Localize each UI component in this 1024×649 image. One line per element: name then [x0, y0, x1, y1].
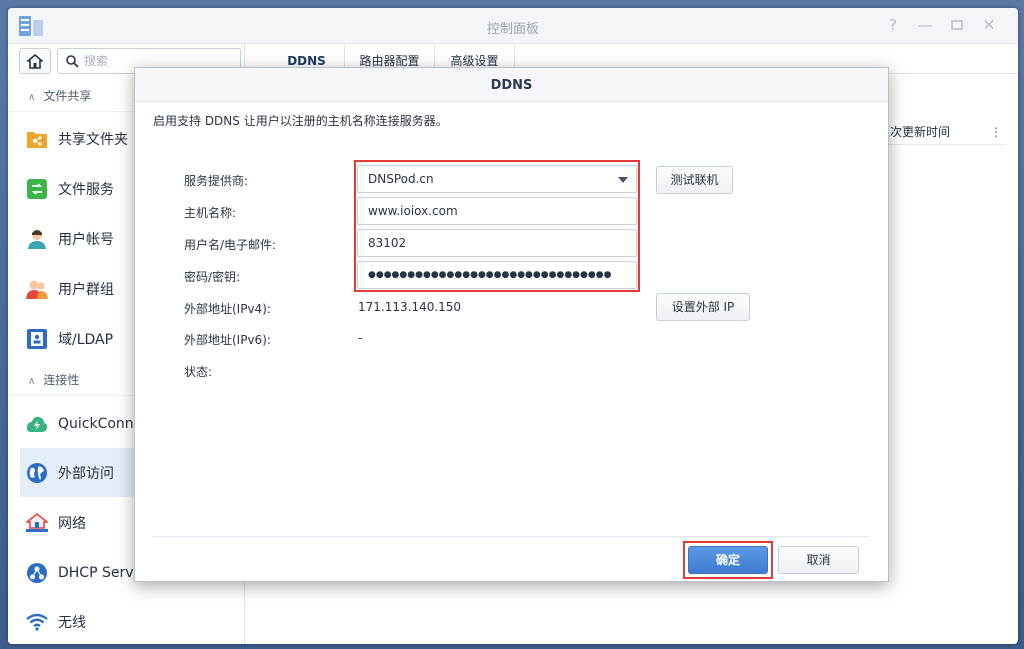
cancel-button[interactable]: 取消 [778, 546, 859, 574]
maximize-icon[interactable] [948, 16, 966, 35]
sidebar-item-label: 网络 [58, 515, 86, 532]
ipv6-value: - [358, 331, 363, 345]
password-label: 密码/密钥: [184, 270, 241, 284]
sidebar-item-wireless[interactable]: 无线 [20, 597, 245, 644]
sidebar-item-label: 共享文件夹 [58, 131, 128, 148]
ok-button[interactable]: 确定 [688, 546, 768, 574]
domain-icon [26, 328, 48, 350]
username-label: 用户名/电子邮件: [184, 238, 277, 252]
dialog-header: DDNS [135, 68, 888, 102]
user-group-icon [26, 278, 48, 300]
home-icon [27, 53, 43, 69]
globe-icon [26, 462, 48, 484]
dialog-title: DDNS [490, 78, 533, 93]
test-connection-button[interactable]: 测试联机 [656, 166, 733, 194]
window-title: 控制面板 [486, 22, 539, 37]
wifi-icon [26, 611, 48, 633]
column-header-last-update[interactable]: 上次更新时间 ⋮ [878, 119, 1006, 145]
sidebar-item-label: 用户帐号 [58, 231, 114, 248]
dhcp-icon [26, 562, 48, 584]
set-external-ip-button[interactable]: 设置外部 IP [656, 293, 750, 321]
highlight-box-fields [354, 160, 640, 292]
home-button[interactable] [19, 48, 51, 74]
search-icon [66, 55, 79, 68]
chevron-up-icon: ∧ [28, 376, 36, 387]
network-house-icon [26, 512, 48, 534]
close-icon[interactable]: ✕ [980, 16, 998, 34]
more-icon[interactable]: ⋮ [990, 119, 1002, 145]
section-label: 连接性 [43, 373, 80, 387]
ipv4-label: 外部地址(IPv4): [184, 302, 271, 316]
shared-folder-icon [26, 128, 48, 150]
help-icon[interactable]: ? [884, 16, 902, 34]
provider-label: 服务提供商: [184, 174, 249, 188]
dialog-footer-divider [153, 536, 869, 537]
ipv4-value: 171.113.140.150 [358, 300, 462, 314]
sidebar-item-label: 无线 [58, 614, 86, 631]
file-services-icon [26, 178, 48, 200]
chevron-up-icon: ∧ [28, 92, 36, 103]
status-label: 状态: [184, 365, 213, 379]
user-icon [26, 228, 48, 250]
dialog-description: 启用支持 DDNS 让用户以注册的主机名称连接服务器。 [153, 114, 448, 128]
sidebar-item-label: 用户群组 [58, 281, 114, 298]
sidebar-item-label: 文件服务 [58, 181, 114, 198]
title-bar: 控制面板 ? — ✕ [8, 8, 1018, 44]
ddns-dialog: DDNS 启用支持 DDNS 让用户以注册的主机名称连接服务器。 服务提供商: … [134, 67, 889, 582]
hostname-label: 主机名称: [184, 206, 237, 220]
ipv6-label: 外部地址(IPv6): [184, 333, 271, 347]
minimize-icon[interactable]: — [916, 16, 934, 34]
quickconnect-icon [26, 413, 48, 435]
sidebar-item-label: 外部访问 [58, 465, 114, 482]
sidebar-item-label: 域/LDAP [58, 331, 114, 348]
section-label: 文件共享 [43, 89, 92, 103]
